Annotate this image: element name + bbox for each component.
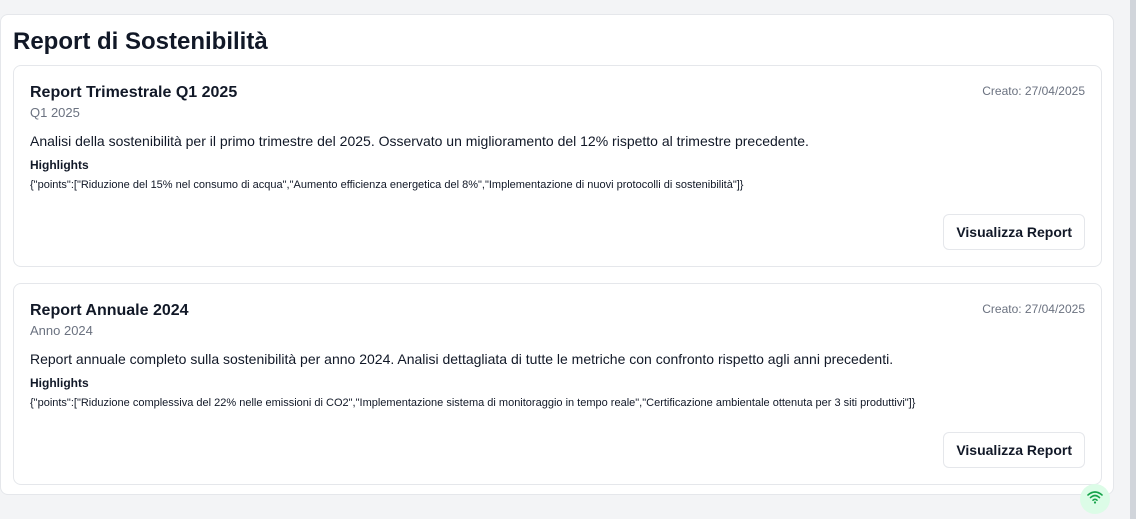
connection-status-badge (1080, 484, 1110, 514)
highlights-value: {"points":["Riduzione complessiva del 22… (30, 397, 916, 409)
viewport: Report di Sostenibilità Report Trimestra… (0, 0, 1136, 519)
report-period: Anno 2024 (30, 323, 93, 338)
view-report-button[interactable]: Visualizza Report (943, 432, 1085, 468)
report-title: Report Annuale 2024 (30, 302, 189, 319)
page-title: Report di Sostenibilità (13, 28, 268, 55)
report-description: Analisi della sostenibilità per il primo… (30, 133, 809, 149)
report-card: Report Annuale 2024 Anno 2024 Creato: 27… (13, 283, 1102, 485)
report-card: Report Trimestrale Q1 2025 Q1 2025 Creat… (13, 65, 1102, 267)
report-created-date: Creato: 27/04/2025 (982, 302, 1085, 316)
report-period: Q1 2025 (30, 105, 80, 120)
highlights-label: Highlights (30, 158, 89, 172)
vertical-scrollbar[interactable] (1130, 0, 1136, 519)
highlights-value: {"points":["Riduzione del 15% nel consum… (30, 179, 744, 191)
reports-panel: Report di Sostenibilità Report Trimestra… (0, 14, 1114, 495)
report-created-date: Creato: 27/04/2025 (982, 84, 1085, 98)
highlights-label: Highlights (30, 376, 89, 390)
report-title: Report Trimestrale Q1 2025 (30, 84, 238, 101)
wifi-icon (1087, 490, 1103, 509)
view-report-button[interactable]: Visualizza Report (943, 214, 1085, 250)
report-description: Report annuale completo sulla sostenibil… (30, 351, 894, 367)
